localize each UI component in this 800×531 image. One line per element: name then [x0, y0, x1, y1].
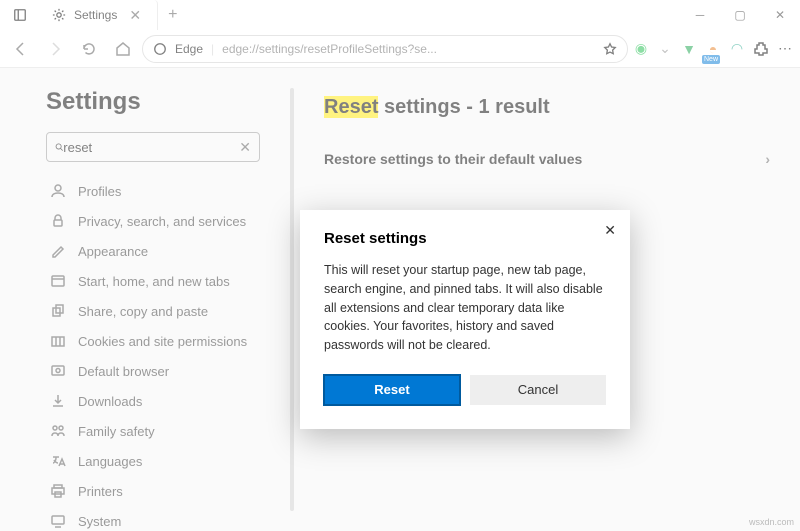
watermark: wsxdn.com [749, 517, 794, 527]
dialog-close-icon[interactable]: ✕ [604, 222, 616, 239]
dialog-title: Reset settings [324, 230, 606, 247]
dialog-body: This will reset your startup page, new t… [324, 261, 606, 355]
cancel-button[interactable]: Cancel [470, 375, 606, 405]
reset-settings-dialog: ✕ Reset settings This will reset your st… [300, 210, 630, 429]
reset-button[interactable]: Reset [324, 375, 460, 405]
